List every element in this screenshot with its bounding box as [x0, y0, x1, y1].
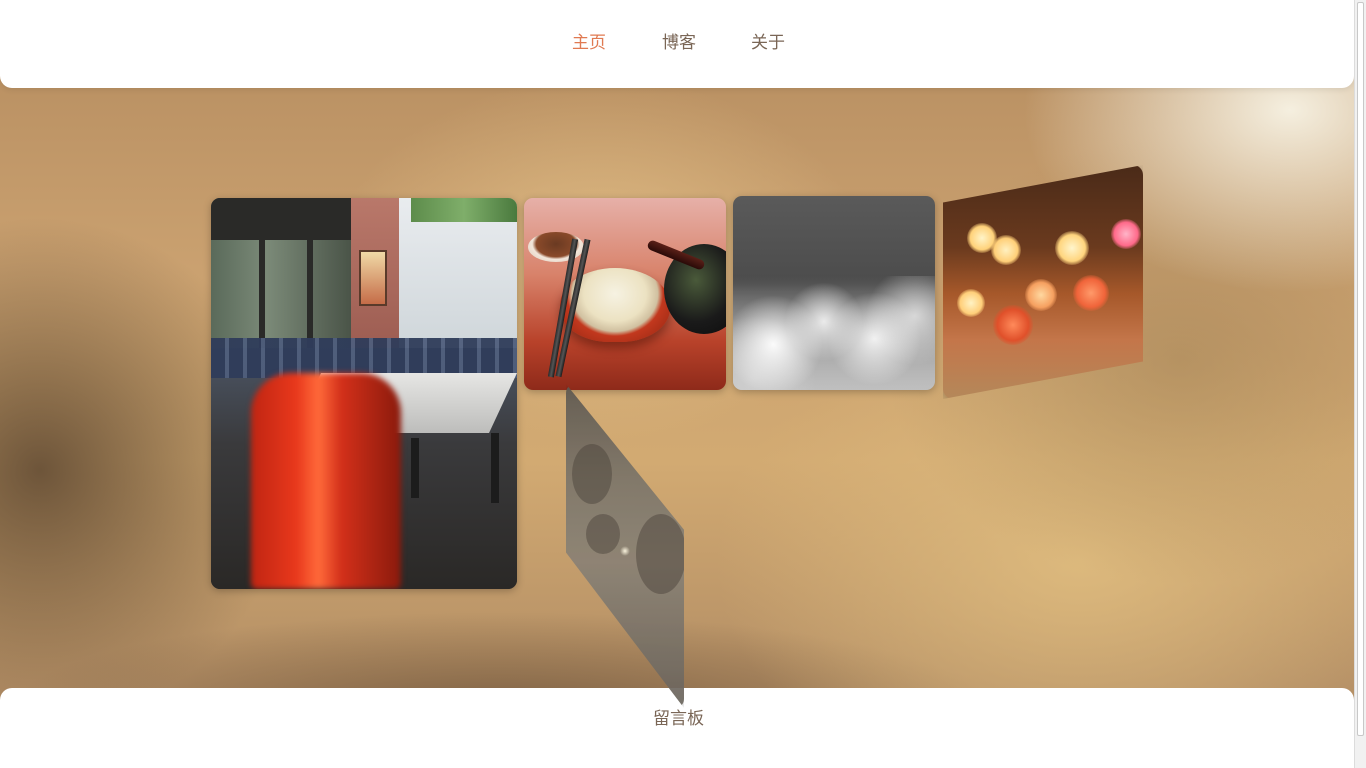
canteen-chairs-row	[211, 338, 517, 378]
canteen-table-leg	[411, 438, 419, 498]
scrollbar-thumb[interactable]	[1357, 2, 1364, 736]
snow-frost	[733, 276, 935, 390]
bokeh-light	[1111, 219, 1141, 249]
bokeh-light	[993, 305, 1033, 345]
bokeh-light	[1055, 231, 1089, 265]
fog-sun	[620, 546, 630, 556]
photo-card-bokeh[interactable]	[943, 165, 1143, 399]
guestbook-link[interactable]: 留言板	[653, 708, 704, 730]
photo-card-rice-bowl[interactable]	[524, 198, 726, 390]
bokeh-light	[1073, 275, 1109, 311]
nav-link-home[interactable]: 主页	[572, 32, 606, 54]
canteen-poster	[359, 250, 387, 306]
fog-tree	[636, 514, 684, 594]
nav-link-about[interactable]: 关于	[751, 32, 785, 54]
fog-tree	[586, 514, 620, 554]
vertical-scrollbar[interactable]	[1354, 0, 1366, 768]
bokeh-light	[1025, 279, 1057, 311]
canteen-tree	[411, 198, 517, 222]
nav-link-blog[interactable]: 博客	[662, 32, 696, 54]
canteen-window-frame	[211, 198, 351, 348]
photo-card-snow[interactable]	[733, 196, 935, 390]
canteen-table-leg	[491, 433, 499, 503]
bokeh-light	[957, 289, 985, 317]
top-navigation-bar: 主页 博客 关于	[0, 0, 1354, 88]
bokeh-light	[991, 235, 1021, 265]
footer-bar: 留言板	[0, 688, 1354, 768]
fog-tree	[572, 444, 612, 504]
canteen-red-chair	[251, 373, 401, 589]
photo-card-canteen[interactable]	[211, 198, 517, 589]
